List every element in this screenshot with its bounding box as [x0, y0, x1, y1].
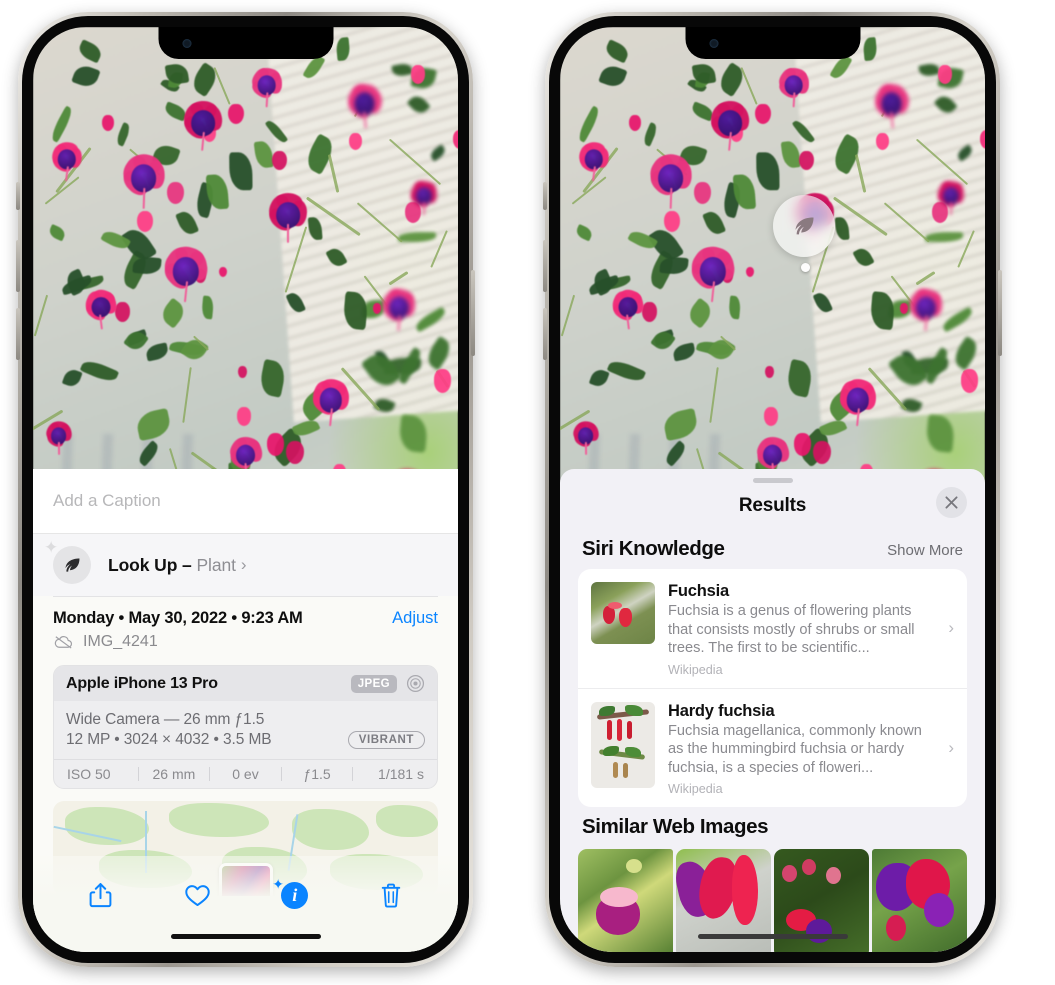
trash-icon	[381, 883, 400, 908]
camera-card-header: Apple iPhone 13 Pro JPEG	[54, 666, 437, 701]
camera-badges: JPEG	[350, 674, 425, 693]
screen-right: Results Siri Knowledge Show More Fuchsia…	[560, 27, 985, 952]
caption-row[interactable]: Add a Caption	[33, 469, 458, 534]
power-button[interactable]	[998, 270, 1002, 356]
aperture-icon	[406, 674, 425, 693]
heart-icon	[185, 884, 210, 906]
image-specs: 12 MP • 3024 × 4032 • 3.5 MB	[66, 731, 272, 748]
cloud-slash-icon	[54, 636, 73, 649]
knowledge-item[interactable]: Hardy fuchsia Fuchsia magellanica, commo…	[578, 687, 967, 808]
chevron-right-icon[interactable]: ›	[241, 555, 247, 575]
adjust-button[interactable]: Adjust	[392, 609, 438, 628]
lens-info: Wide Camera — 26 mm ƒ1.5	[66, 711, 265, 728]
front-camera-icon	[182, 39, 191, 48]
camera-device: Apple iPhone 13 Pro	[66, 674, 218, 692]
siri-knowledge-card: Fuchsia Fuchsia is a genus of flowering …	[578, 569, 967, 808]
results-title: Results	[738, 495, 807, 516]
share-button[interactable]	[88, 881, 113, 909]
siri-knowledge-header: Siri Knowledge Show More	[560, 529, 985, 569]
results-header: Results	[560, 483, 985, 529]
knowledge-item[interactable]: Fuchsia Fuchsia is a genus of flowering …	[578, 569, 967, 688]
web-image-thumbnail[interactable]	[872, 849, 967, 952]
sparkles-icon: ✦	[272, 875, 284, 892]
info-button[interactable]: ✦ i	[272, 877, 309, 909]
mute-switch[interactable]	[16, 182, 20, 210]
similar-web-images-title: Similar Web Images	[582, 815, 769, 839]
exif-shutter: 1/181 s	[378, 766, 424, 782]
volume-up-button[interactable]	[543, 240, 547, 292]
knowledge-source: Wikipedia	[668, 662, 723, 677]
caption-input[interactable]: Add a Caption	[53, 491, 161, 511]
web-image-thumbnail[interactable]	[578, 849, 673, 952]
home-indicator[interactable]	[697, 934, 848, 939]
front-camera-icon	[709, 39, 718, 48]
camera-info-card: Apple iPhone 13 Pro JPEG Wide Camera — 2…	[53, 665, 438, 789]
knowledge-thumbnail	[591, 582, 655, 644]
knowledge-body: Hardy fuchsia Fuchsia magellanica, commo…	[668, 702, 954, 797]
exif-row: ISO 50 26 mm 0 ev ƒ1.5 1/181 s	[54, 759, 437, 788]
siri-knowledge-title: Siri Knowledge	[582, 537, 725, 560]
metadata-header: Monday • May 30, 2022 • 9:23 AM Adjust	[53, 609, 438, 628]
knowledge-description: Fuchsia magellanica, commonly known as t…	[668, 722, 922, 776]
screen-left: Add a Caption ✦ Look Up – Plant › Monday…	[33, 27, 458, 952]
chevron-right-icon[interactable]: ›	[948, 738, 954, 758]
iphone-left: Add a Caption ✦ Look Up – Plant › Monday…	[16, 12, 475, 967]
filename-row: IMG_4241	[53, 633, 438, 651]
photo-date: Monday • May 30, 2022 • 9:23 AM	[53, 609, 303, 627]
exif-aperture: ƒ1.5	[303, 766, 331, 782]
exif-ev: 0 ev	[232, 766, 259, 782]
camera-card-body: Wide Camera — 26 mm ƒ1.5 12 MP • 3024 × …	[54, 701, 437, 759]
delete-button[interactable]	[379, 882, 403, 909]
mute-switch[interactable]	[543, 182, 547, 210]
close-button[interactable]	[936, 487, 967, 518]
similar-web-images-header: Similar Web Images	[560, 807, 985, 847]
show-more-button[interactable]: Show More	[887, 542, 963, 559]
close-icon	[945, 496, 958, 509]
look-up-text: Look Up –	[108, 554, 192, 575]
look-up-label: Look Up – Plant	[108, 555, 236, 576]
notch	[685, 27, 860, 59]
results-sheet: Results Siri Knowledge Show More Fuchsia…	[560, 469, 985, 952]
format-badge: JPEG	[350, 674, 397, 693]
knowledge-description: Fuchsia is a genus of flowering plants t…	[668, 603, 915, 657]
metadata-block: Monday • May 30, 2022 • 9:23 AM Adjust I…	[33, 597, 458, 651]
knowledge-source: Wikipedia	[668, 782, 723, 797]
exif-focal: 26 mm	[152, 766, 196, 782]
volume-down-button[interactable]	[16, 308, 20, 360]
look-up-row[interactable]: ✦ Look Up – Plant ›	[33, 534, 458, 596]
knowledge-title: Fuchsia	[668, 582, 729, 600]
visual-lookup-badge[interactable]	[773, 195, 835, 257]
style-badge: VIBRANT	[347, 731, 425, 749]
knowledge-title: Hardy fuchsia	[668, 701, 775, 720]
chevron-right-icon[interactable]: ›	[948, 618, 954, 638]
spec-row: 12 MP • 3024 × 4032 • 3.5 MB VIBRANT	[66, 731, 425, 749]
look-up-subject: Plant	[196, 554, 236, 575]
notch	[158, 27, 333, 59]
iphone-right: Results Siri Knowledge Show More Fuchsia…	[543, 12, 1002, 967]
photo-filename: IMG_4241	[83, 633, 158, 650]
home-indicator[interactable]	[170, 934, 321, 939]
volume-down-button[interactable]	[543, 308, 547, 360]
sparkles-icon: ✦	[44, 538, 59, 557]
leaf-icon	[795, 217, 813, 234]
exif-iso: ISO 50	[67, 766, 111, 782]
share-icon	[89, 883, 112, 908]
favorite-button[interactable]	[184, 883, 211, 908]
knowledge-thumbnail	[591, 701, 655, 788]
visual-lookup-anchor-dot	[801, 263, 810, 272]
info-icon: i	[281, 881, 309, 909]
volume-up-button[interactable]	[16, 240, 20, 292]
leaf-icon: ✦	[44, 539, 91, 584]
power-button[interactable]	[471, 270, 475, 356]
knowledge-body: Fuchsia Fuchsia is a genus of flowering …	[668, 582, 954, 677]
